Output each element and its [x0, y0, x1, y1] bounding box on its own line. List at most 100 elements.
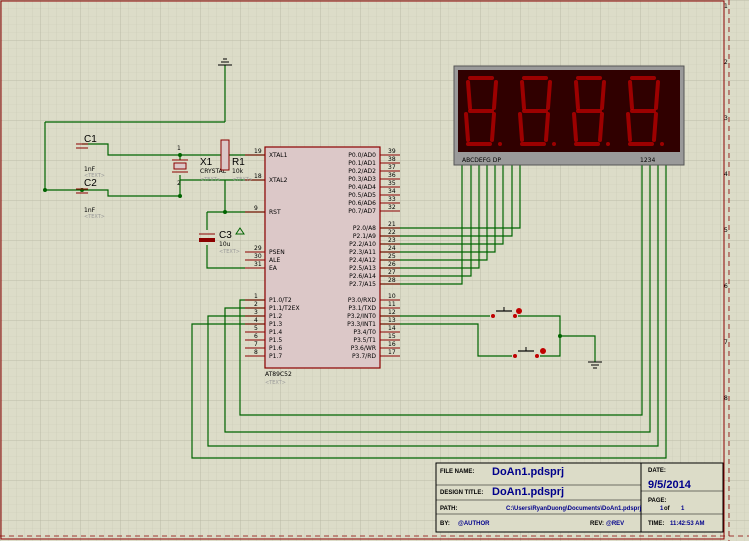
- c2-value: 1nF: [84, 207, 96, 214]
- mcu-pin-num: 27: [388, 269, 396, 276]
- rev-value: @REV: [606, 521, 624, 527]
- mcu-pin-num: 37: [388, 164, 396, 171]
- mcu-pin-name: XTAL1: [269, 152, 288, 159]
- mcu-pin-name: P1.2: [269, 313, 282, 320]
- mcu-pin-name: P2.6/A14: [349, 273, 376, 280]
- mcu-pin-name: P3.6/WR: [351, 345, 376, 352]
- svg-text:FILE NAME:: FILE NAME:: [440, 469, 474, 475]
- svg-text:DESIGN TITLE:: DESIGN TITLE:: [440, 490, 483, 496]
- mcu-pin-num: 2: [254, 301, 258, 308]
- c3-text: <TEXT>: [219, 249, 240, 255]
- c3-ref: C3: [219, 230, 232, 241]
- mcu-pin-name: P2.5/A13: [349, 265, 376, 272]
- mcu-pin-num: 12: [388, 309, 396, 316]
- mcu-pin-num: 7: [254, 341, 258, 348]
- schematic-canvas[interactable]: 12345678 19 XTAL1 18 XTAL2 9 RST 29 PSEN…: [0, 0, 749, 541]
- svg-text:PAGE:: PAGE:: [648, 498, 667, 504]
- mcu-pin-num: 36: [388, 172, 396, 179]
- ruler-label: 4: [724, 171, 728, 178]
- mcu-pin-name: P3.2/INT0: [347, 313, 376, 320]
- segment-labels: ABCDEFG DP: [462, 157, 501, 164]
- path-value: C:\Users\RyanDuong\Documents\DoAn1.pdspr…: [506, 506, 642, 512]
- mcu-pin-num: 11: [388, 301, 396, 308]
- mcu-pin-num: 23: [388, 237, 396, 244]
- time-value: 11:42:53 AM: [670, 521, 704, 527]
- mcu-pin-num: 13: [388, 317, 396, 324]
- ruler-label: 1: [724, 3, 728, 10]
- mcu-pin-num: 34: [388, 188, 396, 195]
- mcu-pin-num: 31: [254, 261, 262, 268]
- mcu-pin-num: 29: [254, 245, 262, 252]
- c2-text: <TEXT>: [84, 214, 105, 220]
- mcu-at89c52[interactable]: 19 XTAL1 18 XTAL2 9 RST 29 PSEN 30 ALE 31 EA 1 P1.0/T…: [245, 146, 400, 386]
- mcu-pin-num: 6: [254, 333, 258, 340]
- schematic-svg: 12345678 19XTAL118XTAL29RST29PSEN30ALE31…: [0, 0, 749, 541]
- mcu-pin-num: 39: [388, 148, 396, 155]
- c2-ref: C2: [84, 178, 97, 189]
- design-title-value: DoAn1.pdsprj: [492, 486, 564, 498]
- mcu-pin-num: 8: [254, 349, 258, 356]
- mcu-pin-num: 10: [388, 293, 396, 300]
- mcu-pin-num: 15: [388, 333, 396, 340]
- mcu-pin-num: 16: [388, 341, 396, 348]
- mcu-pin-num: 9: [254, 205, 258, 212]
- c1-value: 1nF: [84, 166, 96, 173]
- mcu-pin-name: P2.2/A10: [349, 241, 376, 248]
- mcu-pin-name: P2.1/A9: [353, 233, 376, 240]
- mcu-pin-name: P0.4/AD4: [348, 184, 376, 191]
- ruler-label: 7: [724, 339, 728, 346]
- mcu-pin-name: P3.7/RD: [352, 353, 376, 360]
- digit-labels: 1234: [640, 157, 655, 164]
- mcu-pin-num: 32: [388, 204, 396, 211]
- mcu-pin-num: 17: [388, 349, 396, 356]
- mcu-pin-name: P3.3/INT1: [347, 321, 376, 328]
- mcu-pin-name: P3.5/T1: [353, 337, 376, 344]
- title-block: FILE NAME: DoAn1.pdsprj DESIGN TITLE: Do…: [435, 462, 724, 533]
- ruler-label: 8: [724, 395, 728, 402]
- mcu-pin-name: P1.7: [269, 353, 282, 360]
- ruler-label: 2: [724, 59, 728, 66]
- mcu-pin-num: 21: [388, 221, 396, 228]
- svg-text:of: of: [664, 506, 671, 512]
- svg-text:2: 2: [177, 180, 181, 187]
- svg-text:TIME:: TIME:: [648, 521, 664, 527]
- svg-text:PATH:: PATH:: [440, 506, 457, 512]
- mcu-pin-name: P3.4/T0: [353, 329, 376, 336]
- mcu-pin-name: P0.1/AD1: [348, 160, 376, 167]
- mcu-pin-name: P1.1/T2EX: [269, 305, 300, 312]
- ruler-label: 5: [724, 227, 728, 234]
- mcu-pin-name: P1.0/T2: [269, 297, 292, 304]
- mcu-pin-num: 14: [388, 325, 396, 332]
- mcu-text-placeholder: <TEXT>: [265, 380, 286, 386]
- mcu-pin-name: RST: [269, 209, 281, 216]
- r1-text: <TEXT>: [232, 177, 253, 183]
- mcu-pin-num: 25: [388, 253, 396, 260]
- mcu-pin-num: 24: [388, 245, 396, 252]
- mcu-pin-name: PSEN: [269, 249, 285, 256]
- date-value: 9/5/2014: [648, 479, 692, 491]
- mcu-pin-num: 5: [254, 325, 258, 332]
- mcu-pin-num: 1: [254, 293, 258, 300]
- mcu-pin-num: 30: [254, 253, 262, 260]
- r1-value: 10k: [232, 168, 244, 175]
- mcu-pin-num: 38: [388, 156, 396, 163]
- mcu-pin-name: P0.2/AD2: [348, 168, 376, 175]
- mcu-pin-num: 4: [254, 317, 258, 324]
- mcu-pin-name: EA: [269, 265, 278, 272]
- mcu-pin-name: P0.5/AD5: [348, 192, 376, 199]
- svg-text:REV:: REV:: [590, 521, 604, 527]
- mcu-part-label: AT89C52: [265, 371, 292, 378]
- mcu-pin-name: P0.3/AD3: [348, 176, 376, 183]
- ruler-label: 6: [724, 283, 728, 290]
- mcu-pin-name: P1.5: [269, 337, 282, 344]
- mcu-pin-name: P0.7/AD7: [348, 208, 376, 215]
- c3-value: 10u: [219, 241, 231, 248]
- svg-text:BY:: BY:: [440, 521, 450, 527]
- mcu-pin-num: 35: [388, 180, 396, 187]
- mcu-pin-name: P3.1/TXD: [348, 305, 376, 312]
- seven-segment-display[interactable]: ABCDEFG DP 1234: [453, 65, 685, 166]
- mcu-pin-name: P1.4: [269, 329, 282, 336]
- c1-ref: C1: [84, 134, 97, 145]
- mcu-pin-name: P2.7/A15: [349, 281, 376, 288]
- mcu-pin-num: 3: [254, 309, 258, 316]
